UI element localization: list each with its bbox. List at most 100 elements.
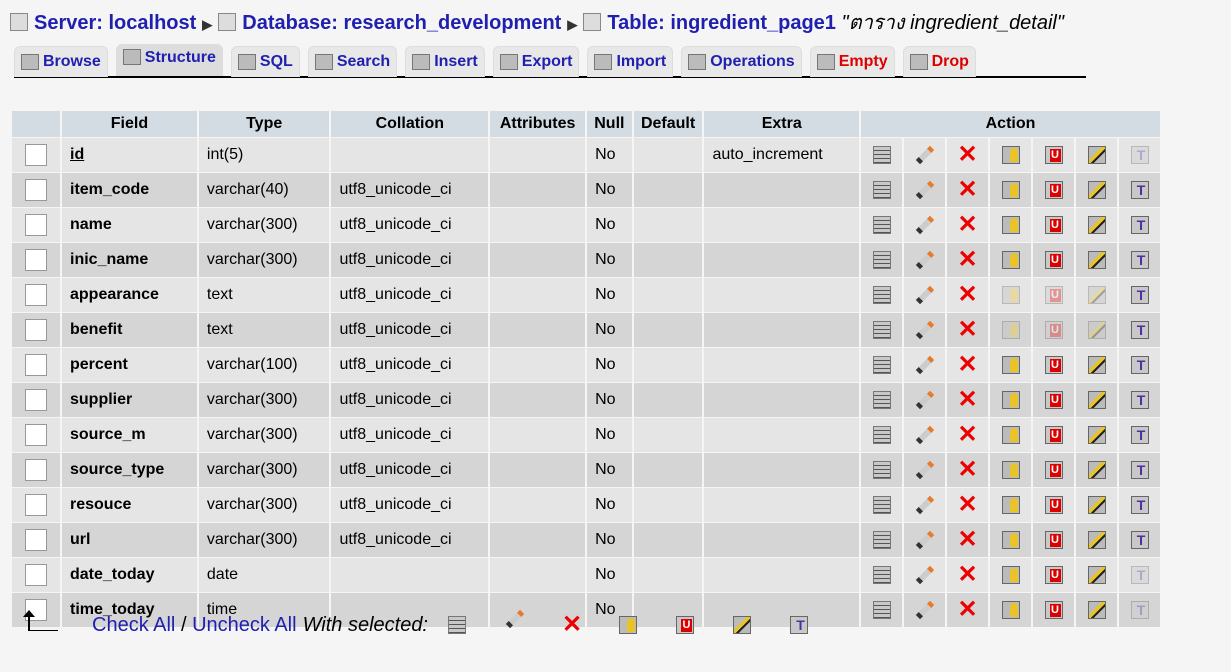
action-browse[interactable]: [861, 138, 902, 172]
browse-icon[interactable]: [872, 250, 891, 269]
action-browse[interactable]: [861, 243, 902, 277]
action-edit[interactable]: [904, 558, 945, 592]
drop-icon[interactable]: ✕: [957, 422, 977, 446]
action-edit[interactable]: [904, 313, 945, 347]
action-unique[interactable]: [1033, 138, 1074, 172]
action-drop[interactable]: ✕: [947, 593, 988, 627]
browse-icon[interactable]: [872, 285, 891, 304]
action-index[interactable]: [1076, 348, 1117, 382]
unique-icon[interactable]: [1044, 180, 1063, 199]
index-icon[interactable]: [733, 616, 751, 634]
action-edit[interactable]: [904, 383, 945, 417]
action-edit[interactable]: [904, 348, 945, 382]
row-checkbox[interactable]: [25, 214, 47, 236]
action-primary[interactable]: [990, 313, 1031, 347]
action-browse[interactable]: [861, 488, 902, 522]
edit-icon[interactable]: [915, 425, 934, 444]
action-edit[interactable]: [904, 523, 945, 557]
drop-icon[interactable]: ✕: [957, 212, 977, 236]
unique-icon[interactable]: [1044, 145, 1063, 164]
action-edit[interactable]: [904, 243, 945, 277]
drop-icon[interactable]: ✕: [957, 387, 977, 411]
action-unique[interactable]: [1033, 243, 1074, 277]
unique-icon[interactable]: [1044, 530, 1063, 549]
unique-icon[interactable]: [1044, 215, 1063, 234]
fulltext-icon[interactable]: [790, 616, 808, 634]
browse-icon[interactable]: [872, 355, 891, 374]
edit-icon[interactable]: [915, 320, 934, 339]
action-drop[interactable]: ✕: [947, 383, 988, 417]
drop-icon[interactable]: ✕: [957, 282, 977, 306]
fulltext-icon[interactable]: [1130, 355, 1149, 374]
action-unique[interactable]: [1033, 348, 1074, 382]
action-index[interactable]: [1076, 313, 1117, 347]
action-primary[interactable]: [990, 208, 1031, 242]
row-checkbox[interactable]: [25, 494, 47, 516]
row-checkbox[interactable]: [25, 249, 47, 271]
bulk-edit[interactable]: [505, 609, 562, 634]
action-fulltext[interactable]: [1119, 243, 1160, 277]
fulltext-icon[interactable]: [1130, 530, 1149, 549]
primary-icon[interactable]: [1001, 390, 1020, 409]
action-index[interactable]: [1076, 138, 1117, 172]
row-select[interactable]: [12, 453, 60, 487]
primary-icon[interactable]: [1001, 600, 1020, 619]
action-browse[interactable]: [861, 383, 902, 417]
unique-icon[interactable]: [676, 616, 694, 634]
bulk-index[interactable]: [733, 616, 790, 634]
row-select[interactable]: [12, 383, 60, 417]
action-drop[interactable]: ✕: [947, 313, 988, 347]
edit-icon[interactable]: [915, 250, 934, 269]
action-index[interactable]: [1076, 453, 1117, 487]
breadcrumb-server[interactable]: Server: localhost: [34, 12, 196, 34]
row-select[interactable]: [12, 523, 60, 557]
edit-icon[interactable]: [915, 215, 934, 234]
action-browse[interactable]: [861, 523, 902, 557]
action-edit[interactable]: [904, 418, 945, 452]
action-browse[interactable]: [861, 453, 902, 487]
action-browse[interactable]: [861, 418, 902, 452]
edit-icon[interactable]: [915, 565, 934, 584]
action-unique[interactable]: [1033, 593, 1074, 627]
drop-icon[interactable]: ✕: [957, 352, 977, 376]
drop-icon[interactable]: ✕: [957, 317, 977, 341]
browse-icon[interactable]: [872, 600, 891, 619]
action-edit[interactable]: [904, 593, 945, 627]
unique-icon[interactable]: [1044, 565, 1063, 584]
unique-icon[interactable]: [1044, 460, 1063, 479]
row-checkbox[interactable]: [25, 564, 47, 586]
action-drop[interactable]: ✕: [947, 243, 988, 277]
row-checkbox[interactable]: [25, 424, 47, 446]
action-drop[interactable]: ✕: [947, 278, 988, 312]
action-index[interactable]: [1076, 208, 1117, 242]
action-edit[interactable]: [904, 208, 945, 242]
row-checkbox[interactable]: [25, 144, 47, 166]
edit-icon[interactable]: [915, 530, 934, 549]
browse-icon[interactable]: [872, 320, 891, 339]
action-index[interactable]: [1076, 383, 1117, 417]
action-primary[interactable]: [990, 383, 1031, 417]
action-drop[interactable]: ✕: [947, 138, 988, 172]
action-drop[interactable]: ✕: [947, 348, 988, 382]
action-primary[interactable]: [990, 348, 1031, 382]
drop-icon[interactable]: ✕: [957, 457, 977, 481]
unique-icon[interactable]: [1044, 250, 1063, 269]
browse-icon[interactable]: [872, 460, 891, 479]
check-all-link[interactable]: Check All: [92, 614, 175, 637]
tab-browse[interactable]: Browse: [14, 46, 108, 77]
action-primary[interactable]: [990, 418, 1031, 452]
index-icon[interactable]: [1087, 390, 1106, 409]
tab-structure[interactable]: Structure: [115, 44, 223, 76]
fulltext-icon[interactable]: [1130, 425, 1149, 444]
action-fulltext[interactable]: [1119, 313, 1160, 347]
bulk-unique[interactable]: [676, 616, 733, 634]
action-unique[interactable]: [1033, 313, 1074, 347]
action-browse[interactable]: [861, 593, 902, 627]
drop-icon[interactable]: ✕: [562, 613, 582, 637]
primary-icon[interactable]: [1001, 250, 1020, 269]
tab-empty[interactable]: Empty: [809, 46, 895, 77]
action-index[interactable]: [1076, 278, 1117, 312]
action-browse[interactable]: [861, 558, 902, 592]
row-checkbox[interactable]: [25, 389, 47, 411]
action-primary[interactable]: [990, 173, 1031, 207]
